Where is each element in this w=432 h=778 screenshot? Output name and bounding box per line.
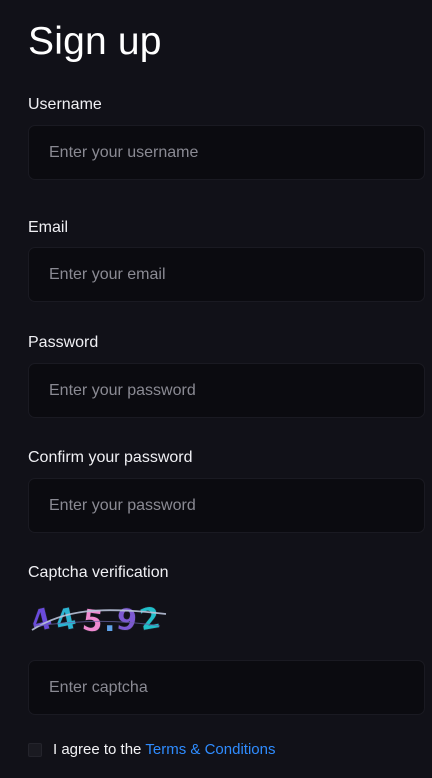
confirm-password-label: Confirm your password [28,449,193,466]
confirm-password-input[interactable] [28,478,425,533]
terms-link[interactable]: Terms & Conditions [145,740,275,760]
captcha-char: 9 [114,602,139,639]
email-label: Email [28,219,69,236]
email-input[interactable] [28,247,425,302]
captcha-label: Captcha verification [28,564,169,581]
page-title: Sign up [28,20,162,63]
captcha-char: 2 [137,600,164,638]
password-input[interactable] [28,363,425,418]
captcha-input[interactable] [28,660,425,715]
username-input[interactable] [28,125,425,180]
terms-agreement-text: I agree to the [53,741,142,758]
terms-agreement: I agree to the Terms & Conditions [28,740,275,760]
username-label: Username [28,96,102,113]
signup-page: Sign up Username Email Password Confirm … [0,0,432,778]
captcha-image: 4 4 5 . 9 2 [28,600,167,641]
terms-checkbox[interactable] [28,743,42,757]
captcha-char: 4 [52,601,80,640]
password-label: Password [28,334,99,351]
